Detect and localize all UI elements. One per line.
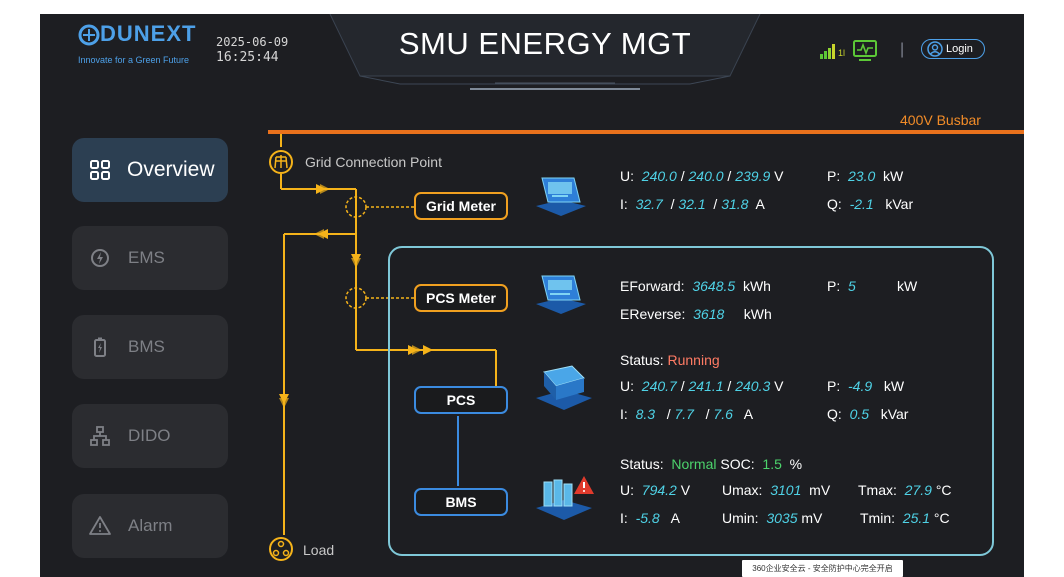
grid-u3: 239.9	[735, 168, 771, 184]
grid-meter-device-icon	[536, 177, 586, 216]
app-screen: DUNEXT Innovate for a Green Future 2025-…	[40, 14, 1024, 577]
security-watermark: 360企业安全云 - 安全防护中心完全开启	[742, 560, 903, 577]
pcs-meter-power: P: 5	[827, 278, 856, 294]
pcs-meter-power-unit: kW	[897, 278, 918, 294]
grid-u2: 240.0	[688, 168, 724, 184]
pcs-current: I: 8.3 / 7.7 / 7.6 A	[620, 406, 754, 422]
pcs-node[interactable]: PCS	[414, 386, 508, 414]
pcs-meter-device-icon	[536, 275, 586, 314]
grid-i2: 32.1	[678, 196, 706, 212]
grid-u1: 240.0	[641, 168, 677, 184]
pcs-reactive: Q: 0.5 kVar	[827, 406, 909, 422]
pcs-device-icon	[536, 365, 592, 410]
bms-soc: 1.5	[762, 456, 782, 472]
grid-meter-current: I: 32.7 / 32.1 / 31.8 A	[620, 196, 765, 212]
pcs-ef: 3648.5	[692, 278, 736, 294]
pcs-voltage: U: 240.7 / 241.1 / 240.3 V	[620, 378, 784, 394]
bms-tmin: Tmin: 25.1 °C	[860, 510, 950, 526]
pcs-er: 3618	[693, 306, 725, 322]
pcs-status-value: Running	[667, 352, 720, 368]
bms-device-icon	[536, 476, 594, 520]
grid-meter-node[interactable]: Grid Meter	[414, 192, 508, 220]
pcs-meter-ereverse: EReverse: 3618 kWh	[620, 306, 772, 322]
grid-meter-power: P: 23.0 kW	[827, 168, 904, 184]
grid-meter-reactive: Q: -2.1 kVar	[827, 196, 914, 212]
load-icon	[269, 537, 293, 561]
pcs-meter-p: 5	[848, 278, 856, 294]
grid-connection-icon	[269, 150, 293, 174]
bms-node[interactable]: BMS	[414, 488, 508, 516]
bms-umax: Umax: 3101 mV	[722, 482, 831, 498]
pcs-meter-eforward: EForward: 3648.5 kWh	[620, 278, 771, 294]
bms-status: Status: Normal SOC: 1.5 %	[620, 456, 803, 472]
load-label: Load	[303, 542, 335, 558]
grid-p: 23.0	[848, 168, 876, 184]
bms-status-value: Normal	[671, 456, 717, 472]
grid-q: -2.1	[849, 196, 874, 212]
bms-voltage: U: 794.2 V	[620, 482, 691, 498]
grid-i1: 32.7	[635, 196, 663, 212]
grid-connection-label: Grid Connection Point	[305, 154, 442, 170]
bms-current: I: -5.8 A	[620, 510, 680, 526]
grid-i3: 31.8	[721, 196, 749, 212]
bms-tmax: Tmax: 27.9 °C	[858, 482, 952, 498]
grid-meter-voltage: U: 240.0 / 240.0 / 239.9 V	[620, 168, 784, 184]
pcs-status: Status: Running	[620, 352, 720, 368]
bms-umin: Umin: 3035 mV	[722, 510, 823, 526]
pcs-power: P: -4.9 kW	[827, 378, 905, 394]
